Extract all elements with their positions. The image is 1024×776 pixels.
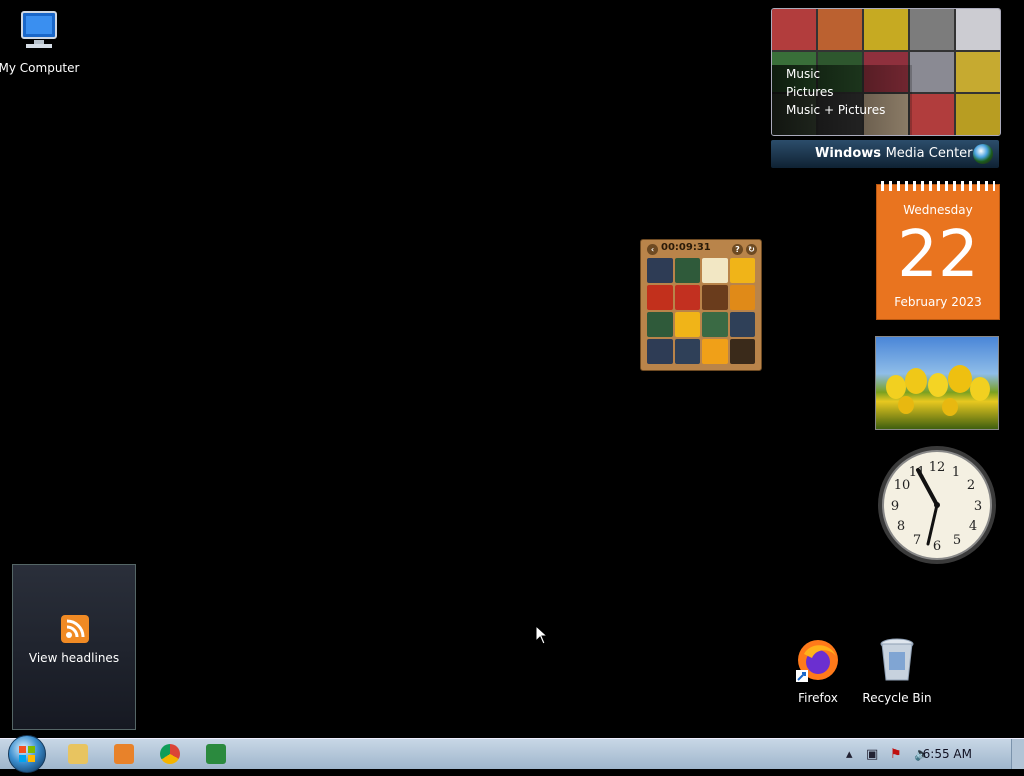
numeral-4: 4 [969, 519, 977, 534]
show-desktop-button[interactable] [1011, 739, 1024, 769]
media-center-menu: Music Pictures Music + Pictures [772, 65, 912, 135]
picture-puzzle-gadget[interactable]: ‹ 00:09:31 ? ↻ [640, 239, 762, 371]
taskbar: ▴ ▣ ⚑ 🔈 6:55 AM [0, 735, 1024, 773]
recycle-bin-icon [880, 638, 914, 681]
explorer-icon[interactable] [68, 744, 88, 764]
firefox-label: Firefox [798, 691, 838, 705]
mouse-cursor-icon [535, 625, 549, 645]
puzzle-grid[interactable] [647, 258, 755, 364]
computer-icon [21, 11, 57, 48]
numeral-3: 3 [974, 499, 982, 514]
numeral-9: 9 [891, 499, 899, 514]
puzzle-toolbar: ‹ 00:09:31 ? ↻ [645, 242, 757, 256]
calendar-day: 22 [897, 218, 979, 292]
puzzle-help-icon[interactable]: ? [732, 244, 743, 255]
puzzle-back-icon[interactable]: ‹ [647, 244, 658, 255]
my-computer-shortcut[interactable]: My Computer [0, 10, 81, 75]
slideshow-gadget[interactable] [875, 336, 999, 430]
clock-gadget[interactable]: 12 1 2 3 4 5 6 7 8 9 10 11 [876, 444, 998, 566]
clock-face: 12 1 2 3 4 5 6 7 8 9 10 11 [878, 446, 996, 564]
media-center-bar[interactable]: Windows Media Center [771, 140, 999, 168]
menu-music[interactable]: Music [772, 65, 912, 83]
puzzle-reset-icon[interactable]: ↻ [746, 244, 757, 255]
show-hidden-icon[interactable]: ▴ [846, 747, 853, 762]
firefox-icon [796, 640, 838, 682]
numeral-5: 5 [953, 533, 961, 548]
brand-bold: Windows [815, 146, 882, 161]
view-headlines-link[interactable]: View headlines [13, 651, 135, 665]
csharp-app-icon[interactable] [206, 744, 226, 764]
taskbar-clock[interactable]: 6:55 AM [923, 747, 972, 761]
calendar-month-year: February 2023 [894, 295, 982, 309]
media-player-icon[interactable] [114, 744, 134, 764]
recycle-bin-label: Recycle Bin [862, 691, 932, 705]
calendar-weekday: Wednesday [903, 203, 973, 217]
tulips-photo [886, 365, 990, 416]
numeral-12: 12 [929, 460, 946, 475]
action-center-icon[interactable]: ⚑ [890, 747, 902, 762]
menu-pictures[interactable]: Pictures [772, 83, 912, 101]
numeral-6: 6 [933, 539, 941, 554]
calendar-rings [881, 181, 995, 191]
chrome-icon[interactable] [160, 744, 180, 764]
recycle-bin-shortcut[interactable]: Recycle Bin [855, 636, 939, 705]
brand-rest: Media Center [885, 146, 973, 161]
numeral-7: 7 [913, 533, 921, 548]
puzzle-timer: 00:09:31 [661, 242, 711, 253]
numeral-10: 10 [894, 478, 911, 493]
numeral-1: 1 [952, 465, 960, 480]
feed-headlines-gadget[interactable]: View headlines [12, 564, 136, 730]
media-center-title: Windows Media Center [815, 146, 973, 161]
firefox-shortcut[interactable]: Firefox [776, 636, 860, 705]
numeral-2: 2 [967, 478, 975, 493]
media-center-gadget[interactable]: Music Pictures Music + Pictures [771, 8, 1001, 136]
numeral-8: 8 [897, 519, 905, 534]
network-icon[interactable]: ▣ [866, 747, 878, 762]
menu-music-pictures[interactable]: Music + Pictures [772, 101, 912, 119]
rss-icon [61, 615, 89, 643]
windows-logo-icon [19, 746, 35, 762]
my-computer-label: My Computer [0, 61, 80, 75]
start-button[interactable] [8, 735, 46, 773]
windows-orb-icon [973, 144, 993, 164]
calendar-gadget[interactable]: Wednesday 22 February 2023 [876, 181, 1000, 320]
